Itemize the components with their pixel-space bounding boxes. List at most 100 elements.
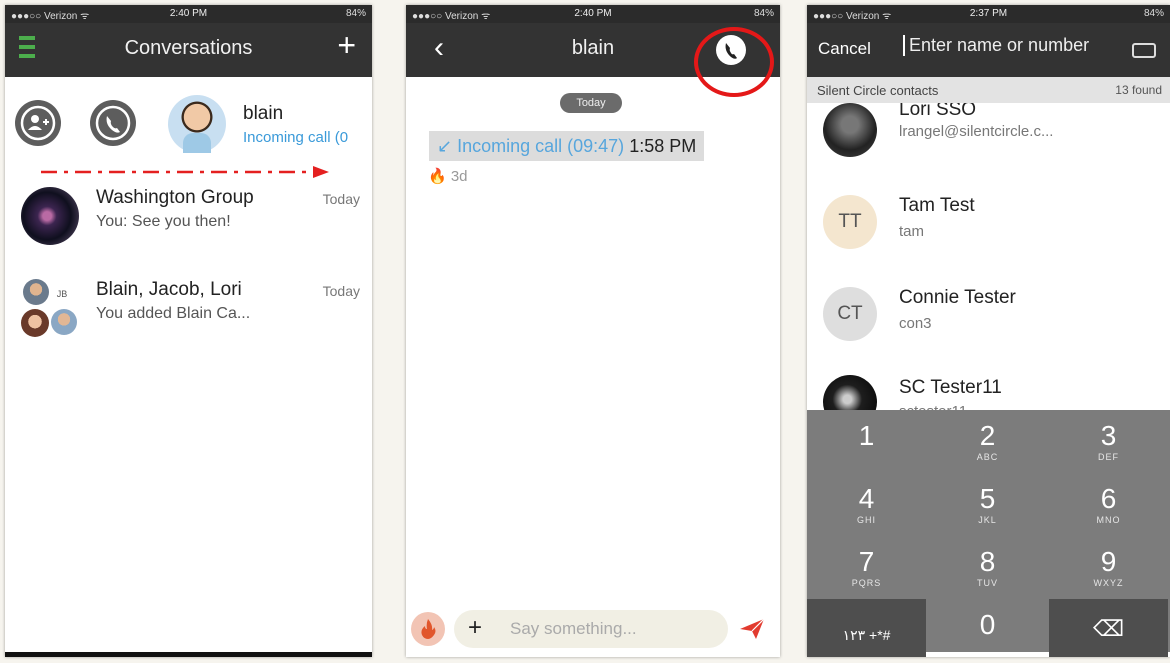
conversation-name: Blain, Jacob, Lori <box>96 279 242 300</box>
contact-list: Lori SSO lrangel@silentcircle.c... TT Ta… <box>807 103 1170 410</box>
clock: 2:37 PM <box>969 8 1008 19</box>
chat-screen: ●●●○○ Verizon ᯤ 2:40 PM 84% ‹ blain Toda… <box>406 5 780 657</box>
key-4[interactable]: 4 GHI <box>807 473 926 534</box>
call-icon[interactable] <box>90 100 136 146</box>
key-digit: 1 <box>858 420 875 451</box>
key-letters: ABC <box>976 452 999 462</box>
swipe-arrow-icon <box>41 166 329 178</box>
list-item[interactable]: JB Blain, Jacob, Lori You added Blain Ca… <box>5 279 372 369</box>
key-digit: 4 <box>858 483 875 514</box>
contact-name: Lori SSO <box>899 103 977 120</box>
section-header: Silent Circle contacts 13 found <box>807 77 1170 103</box>
key-digit: 3 <box>1100 420 1117 451</box>
group-avatar: JB <box>21 279 85 339</box>
contact-name: Connie Tester <box>899 287 1016 308</box>
attach-plus-icon[interactable]: + <box>468 614 482 642</box>
search-input[interactable]: Enter name or number <box>903 35 1089 56</box>
battery-level: 84% <box>1143 8 1164 19</box>
highlight-circle <box>694 27 774 97</box>
recent-contact-name[interactable]: blain <box>243 103 283 125</box>
key-3[interactable]: 3 DEF <box>1049 410 1168 471</box>
call-log-link[interactable]: ↙ Incoming call (09:47) <box>437 136 624 156</box>
conversations-screen: ●●●○○ Verizon ᯤ 2:40 PM 84% Conversation… <box>5 5 372 657</box>
message-input[interactable]: + Say something... <box>454 610 728 648</box>
status-bar: ●●●○○ Verizon ᯤ 2:40 PM 84% <box>5 5 372 23</box>
keyboard-icon[interactable] <box>1132 43 1156 58</box>
conversation-date: Today <box>322 283 360 299</box>
result-count: 13 found <box>1115 83 1162 97</box>
key-digit: 5 <box>979 483 996 514</box>
key-symbols[interactable]: ١٢٣ +*# <box>807 599 926 657</box>
list-item[interactable]: TT Tam Test tam <box>807 181 1170 273</box>
message-composer: + Say something... <box>406 607 780 652</box>
date-separator: Today <box>560 93 622 113</box>
message-placeholder: Say something... <box>510 619 637 638</box>
contact-search-screen: ●●●○○ Verizon ᯤ 2:37 PM 84% Cancel Enter… <box>807 5 1170 657</box>
new-conversation-button[interactable]: + <box>337 29 356 61</box>
avatar <box>823 103 877 157</box>
key-8[interactable]: 8 TUV <box>928 536 1047 597</box>
add-contact-icon[interactable] <box>15 100 61 146</box>
contact-name: SC Tester11 <box>899 377 1002 398</box>
contact-name: Tam Test <box>899 195 975 216</box>
initials-avatar: TT <box>823 195 877 249</box>
key-1[interactable]: 1 <box>807 410 926 471</box>
key-letters: DEF <box>1098 452 1119 462</box>
key-letters: JKL <box>978 515 997 525</box>
contact-username: tam <box>899 223 925 240</box>
cancel-button[interactable]: Cancel <box>818 39 871 59</box>
clock: 2:40 PM <box>169 8 208 19</box>
avatar <box>23 279 49 305</box>
call-message[interactable]: ↙ Incoming call (09:47) 1:58 PM <box>429 131 705 161</box>
contact-username: lrangel@silentcircle.c... <box>899 123 1054 140</box>
key-letters: TUV <box>977 578 998 588</box>
key-letters: WXYZ <box>1093 578 1124 588</box>
key-5[interactable]: 5 JKL <box>928 473 1047 534</box>
section-title: Silent Circle contacts <box>817 83 939 98</box>
status-bar: ●●●○○ Verizon ᯤ 2:40 PM 84% <box>406 5 780 23</box>
contact-username: con3 <box>899 315 932 332</box>
list-item[interactable]: Lori SSO lrangel@silentcircle.c... <box>807 103 1170 181</box>
conversation-preview: You: See you then! <box>96 213 231 230</box>
key-letters: GHI <box>856 515 876 525</box>
conversation-name: Washington Group <box>96 187 254 208</box>
backspace-icon: ⌫ <box>1092 616 1125 641</box>
key-6[interactable]: 6 MNO <box>1049 473 1168 534</box>
nav-bar: Cancel Enter name or number <box>807 23 1170 77</box>
burn-flame-icon[interactable] <box>411 612 445 646</box>
key-digit: 6 <box>1100 483 1117 514</box>
key-digit: 2 <box>979 420 996 451</box>
initials-avatar: CT <box>823 287 877 341</box>
key-letters: MNO <box>1096 515 1121 525</box>
nav-bar: Conversations + <box>5 23 372 77</box>
key-7[interactable]: 7 PQRS <box>807 536 926 597</box>
list-item[interactable]: Washington Group You: See you then! Toda… <box>5 187 372 277</box>
burn-timer: 🔥 3d <box>428 168 468 185</box>
key-9[interactable]: 9 WXYZ <box>1049 536 1168 597</box>
battery-level: 84% <box>753 8 774 19</box>
avatar <box>21 309 49 337</box>
clock: 2:40 PM <box>574 8 612 19</box>
contact-username: sctester11 <box>899 403 967 410</box>
conversation-preview: You added Blain Ca... <box>96 305 251 322</box>
avatar[interactable] <box>168 95 226 153</box>
list-item[interactable]: SC Tester11 sctester11 <box>807 365 1170 410</box>
key-digit: 9 <box>1100 546 1117 577</box>
send-icon[interactable] <box>738 617 766 641</box>
initials-avatar: JB <box>51 283 73 305</box>
key-letters: PQRS <box>851 578 882 588</box>
page-title: Conversations <box>124 37 253 59</box>
bottom-edge <box>5 652 372 657</box>
recent-call-status: Incoming call (0 <box>243 129 349 146</box>
key-digit: 7 <box>858 546 875 577</box>
avatar <box>51 309 77 335</box>
battery-level: 84% <box>345 8 366 19</box>
key-2[interactable]: 2 ABC <box>928 410 1047 471</box>
status-bar: ●●●○○ Verizon ᯤ 2:37 PM 84% <box>807 5 1170 23</box>
message-time: 1:58 PM <box>629 136 697 156</box>
key-digit: ١٢٣ +*# <box>842 627 891 643</box>
key-0[interactable]: 0 <box>928 599 1047 657</box>
list-item[interactable]: CT Connie Tester con3 <box>807 273 1170 365</box>
avatar <box>21 187 79 245</box>
backspace-key[interactable]: ⌫ <box>1049 599 1168 657</box>
